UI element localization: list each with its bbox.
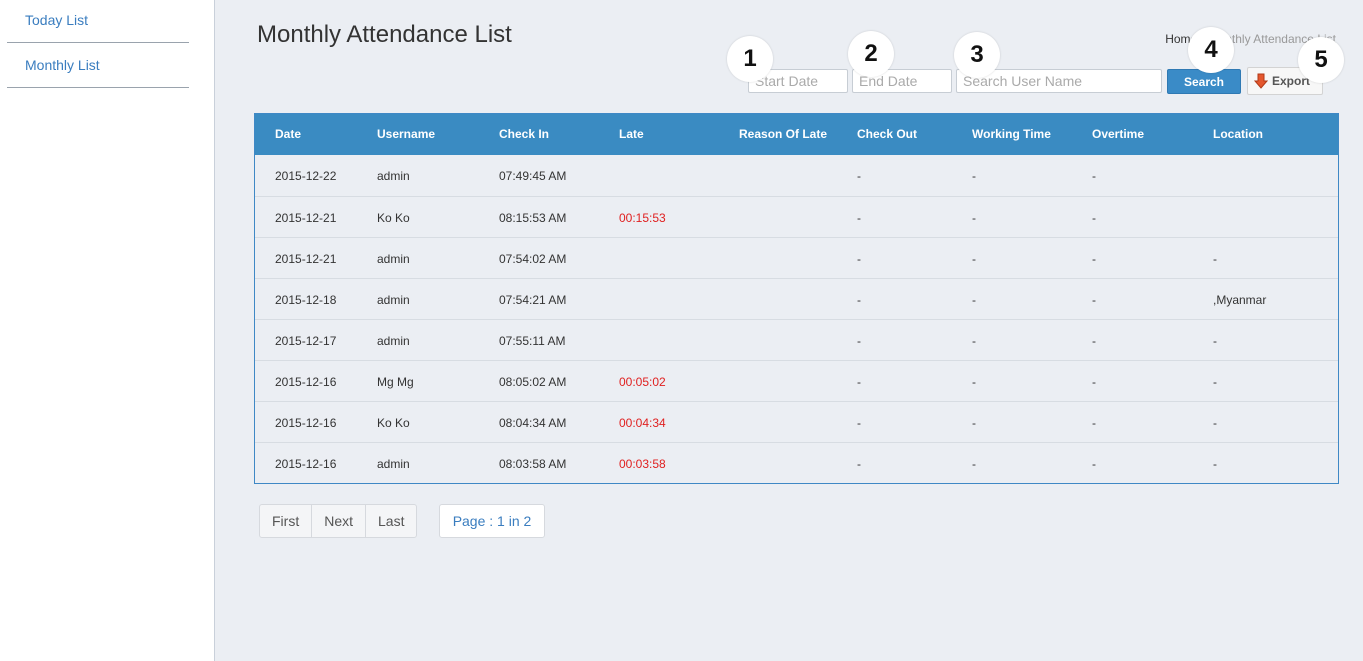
column-header-check-out: Check Out [857,127,918,141]
column-header-location: Location [1213,127,1263,141]
search-button[interactable]: Search [1167,69,1241,94]
cell-username: admin [377,457,410,471]
table-header: Date Username Check In Late Reason Of La… [255,114,1338,155]
cell-late: 00:05:02 [619,375,666,389]
cell-working-time: - [972,375,976,389]
callout-badge-1: 1 [727,36,773,82]
cell-date: 2015-12-16 [275,416,337,430]
cell-overtime: - [1092,334,1096,348]
cell-date: 2015-12-21 [275,211,337,225]
sidebar: Today List Monthly List [0,0,215,661]
table-row: 2015-12-17 admin 07:55:11 AM - - - - [255,319,1338,360]
download-arrow-icon [1254,73,1268,89]
page-info: Page : 1 in 2 [439,504,545,538]
cell-username: admin [377,252,410,266]
column-header-working-time: Working Time [972,127,1051,141]
sidebar-item-label[interactable]: Today List [25,12,88,28]
cell-working-time: - [972,169,976,183]
table-row: 2015-12-18 admin 07:54:21 AM - - - ,Myanmar [255,278,1338,319]
cell-location: ,Myanmar [1213,293,1267,307]
cell-overtime: - [1092,457,1096,471]
cell-location: - [1213,252,1217,266]
search-button-label: Search [1183,74,1225,89]
pagination: First Next Last [259,504,418,538]
cell-overtime: - [1092,211,1096,225]
cell-check-out: - [857,334,861,348]
column-header-check-in: Check In [499,127,550,141]
cell-username: Mg Mg [377,375,414,389]
cell-date: 2015-12-21 [275,252,337,266]
page-title: Monthly Attendance List [257,21,512,48]
table-row: 2015-12-16 admin 08:03:58 AM 00:03:58 - - - - [255,442,1338,483]
cell-username: admin [377,293,410,307]
cell-date: 2015-12-16 [275,375,337,389]
sidebar-item-monthly-list[interactable]: Monthly List [7,43,189,88]
column-header-overtime: Overtime [1092,127,1145,141]
table-row: 2015-12-16 Ko Ko 08:04:34 AM 00:04:34 - - - - [255,401,1338,442]
cell-working-time: - [972,211,976,225]
callout-badge-4: 4 [1188,27,1234,73]
cell-check-out: - [857,375,861,389]
cell-date: 2015-12-18 [275,293,337,307]
table-row: 2015-12-21 admin 07:54:02 AM - - - - [255,237,1338,278]
column-header-reason-of-late: Reason Of Late [739,127,828,141]
column-header-late: Late [619,127,644,141]
column-header-date: Date [275,127,302,141]
cell-working-time: - [972,457,976,471]
table-row: 2015-12-16 Mg Mg 08:05:02 AM 00:05:02 - - - - [255,360,1338,401]
cell-username: Ko Ko [377,416,410,430]
next-page-button[interactable]: Next [312,505,367,537]
cell-location: - [1213,375,1217,389]
cell-late: 00:04:34 [619,416,666,430]
cell-username: admin [377,334,410,348]
cell-late: 00:15:53 [619,211,666,225]
cell-working-time: - [972,334,976,348]
last-page-button[interactable]: Last [366,505,416,537]
cell-check-in: 08:15:53 AM [499,211,567,225]
table-row: 2015-12-22 admin 07:49:45 AM - - - [255,155,1338,196]
cell-location: - [1213,334,1217,348]
cell-overtime: - [1092,169,1096,183]
callout-badge-2: 2 [848,31,894,77]
cell-check-in: 07:54:02 AM [499,252,567,266]
cell-working-time: - [972,252,976,266]
cell-overtime: - [1092,252,1096,266]
cell-check-out: - [857,416,861,430]
cell-check-out: - [857,293,861,307]
column-header-username: Username [377,127,436,141]
table-body: 2015-12-22 admin 07:49:45 AM - - - 2015-12-21 K… [255,155,1338,483]
first-page-button[interactable]: First [260,505,313,537]
callout-badge-3: 3 [954,32,1000,78]
cell-check-out: - [857,211,861,225]
cell-check-in: 07:54:21 AM [499,293,567,307]
cell-check-in: 07:49:45 AM [499,169,567,183]
attendance-table: Date Username Check In Late Reason Of La… [254,113,1339,484]
cell-overtime: - [1092,293,1096,307]
cell-check-out: - [857,457,861,471]
cell-late: 00:03:58 [619,457,666,471]
table-row: 2015-12-21 Ko Ko 08:15:53 AM 00:15:53 - - - [255,196,1338,237]
sidebar-item-label[interactable]: Monthly List [25,57,100,73]
cell-date: 2015-12-16 [275,457,337,471]
cell-check-in: 07:55:11 AM [499,334,566,348]
cell-date: 2015-12-22 [275,169,337,183]
cell-location: - [1213,457,1217,471]
sidebar-item-today-list[interactable]: Today List [7,0,189,43]
cell-check-in: 08:05:02 AM [499,375,567,389]
cell-working-time: - [972,416,976,430]
cell-overtime: - [1092,375,1096,389]
cell-overtime: - [1092,416,1096,430]
cell-username: Ko Ko [377,211,410,225]
cell-date: 2015-12-17 [275,334,337,348]
cell-location: - [1213,416,1217,430]
cell-working-time: - [972,293,976,307]
cell-check-in: 08:03:58 AM [499,457,567,471]
callout-badge-5: 5 [1298,37,1344,83]
cell-check-out: - [857,169,861,183]
cell-check-in: 08:04:34 AM [499,416,567,430]
cell-username: admin [377,169,410,183]
cell-check-out: - [857,252,861,266]
